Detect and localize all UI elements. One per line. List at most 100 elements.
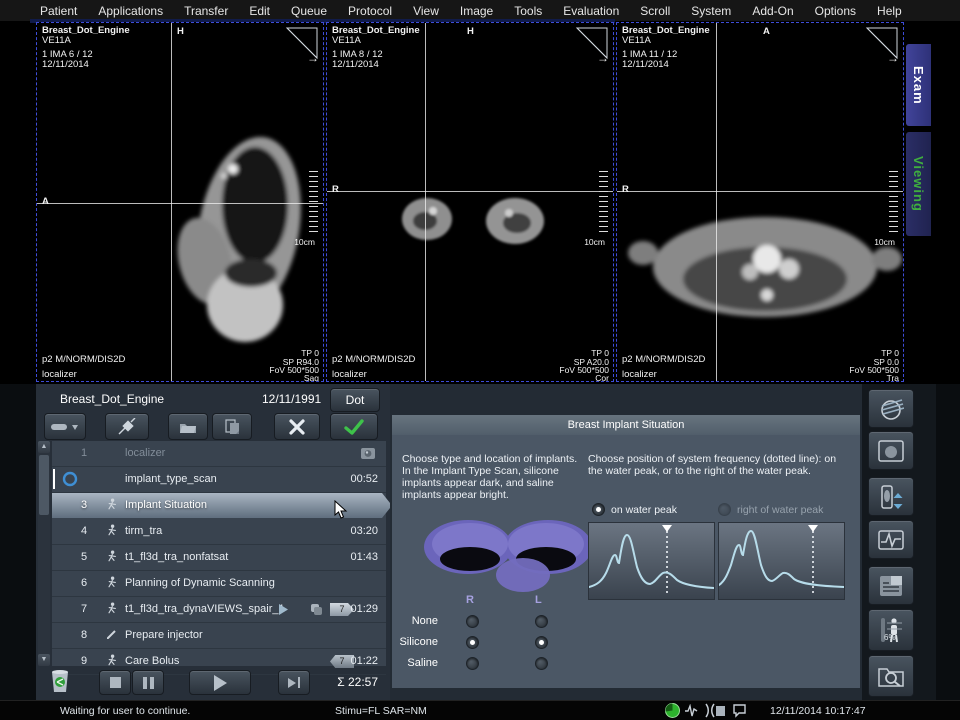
scale-label: 10cm (294, 237, 315, 247)
radio-saline-right[interactable] (466, 657, 479, 670)
status-bar: Waiting for user to continue. Stimu=FL S… (0, 700, 960, 720)
browse-search-button[interactable] (868, 655, 914, 697)
scroll-down-icon[interactable]: ▼ (38, 654, 50, 666)
step-row-localizer[interactable]: 1 localizer (52, 441, 386, 467)
protocol-info-button[interactable] (868, 566, 914, 605)
x-icon (289, 419, 305, 435)
bottom-panel: Breast_Dot_Engine 12/11/1991 Dot (0, 384, 960, 700)
step-row-planning-dynamic[interactable]: 6 Planning of Dynamic Scanning (52, 571, 386, 597)
pause-button[interactable] (132, 670, 164, 695)
radio-on-water-peak[interactable]: on water peak (592, 501, 677, 519)
slice-position-button[interactable] (868, 389, 914, 428)
open-folder-button[interactable] (168, 413, 208, 440)
scale-ruler (599, 171, 608, 235)
viewport-transverse[interactable]: Breast_Dot_Engine VE11A 1 IMA 11 / 12 12… (616, 22, 904, 382)
step-row-tirm-tra[interactable]: 4 tirm_tra 03:20 (52, 519, 386, 545)
step-name: implant_type_scan (125, 473, 217, 485)
menu-queue[interactable]: Queue (291, 4, 327, 18)
coil-info: p2 M/NORM/DIS2D (332, 355, 415, 365)
menu-evaluation[interactable]: Evaluation (563, 4, 619, 18)
menu-help[interactable]: Help (877, 4, 902, 18)
skip-button[interactable] (278, 670, 310, 695)
radio-saline-left[interactable] (535, 657, 548, 670)
current-step-indicator (53, 469, 55, 489)
table-position-button[interactable] (868, 477, 914, 516)
total-scan-time: Σ 22:57 (337, 675, 378, 689)
step-time: 00:52 (350, 473, 378, 485)
scrollbar-thumb[interactable] (39, 455, 49, 515)
crosshair-vertical[interactable] (425, 23, 426, 381)
menu-options[interactable]: Options (815, 4, 856, 18)
confirm-button[interactable] (330, 413, 378, 440)
scroll-up-icon[interactable]: ▲ (38, 441, 50, 453)
step-row-prepare-injector[interactable]: 8 Prepare injector (52, 623, 386, 649)
crosshair-horizontal[interactable] (327, 191, 613, 192)
menu-view[interactable]: View (413, 4, 439, 18)
tab-exam[interactable]: Exam (906, 44, 931, 126)
recycle-bin-icon[interactable] (49, 668, 71, 694)
step-row-t1-fl3d-nonfatsat[interactable]: 5 t1_fl3d_tra_nonfatsat 01:43 (52, 545, 386, 571)
menu-edit[interactable]: Edit (249, 4, 270, 18)
plane-label: Sag (304, 373, 319, 382)
radio-none-left[interactable] (535, 615, 548, 628)
application-window: Patient Applications Transfer Edit Queue… (0, 0, 960, 720)
dot-button[interactable]: Dot (330, 388, 380, 412)
step-row-implant-type-scan[interactable]: implant_type_scan 00:52 (52, 467, 386, 493)
radio-label: right of water peak (737, 504, 823, 516)
radio-silicone-right[interactable] (466, 636, 479, 649)
crosshair-horizontal[interactable] (617, 191, 903, 192)
status-message: Waiting for user to continue. (60, 705, 190, 717)
scroll-arrow-icon[interactable]: → (307, 53, 319, 63)
scroll-arrow-icon[interactable]: → (597, 53, 609, 63)
menu-patient[interactable]: Patient (40, 4, 77, 18)
menu-protocol[interactable]: Protocol (348, 4, 392, 18)
tab-exam-label: Exam (911, 66, 926, 105)
tab-viewing-label: Viewing (911, 156, 926, 212)
menu-tools[interactable]: Tools (514, 4, 542, 18)
menu-system[interactable]: System (691, 4, 731, 18)
menu-scroll[interactable]: Scroll (640, 4, 670, 18)
physio-signal-button[interactable] (868, 520, 914, 559)
radio-silicone-left[interactable] (535, 636, 548, 649)
mri-transverse-image (617, 23, 904, 382)
speech-bubble-icon (732, 703, 747, 718)
plane-label: Tra (887, 373, 899, 382)
folder-icon (179, 420, 197, 434)
menu-applications[interactable]: Applications (98, 4, 163, 18)
menu-transfer[interactable]: Transfer (184, 4, 228, 18)
step-time: 01:29 (350, 603, 378, 615)
step-number: 4 (76, 525, 92, 537)
pause-icon (143, 677, 154, 689)
eye-toggle-icon (50, 420, 80, 434)
steps-scrollbar[interactable]: ▲ ▼ (38, 441, 50, 666)
step-number: 5 (76, 551, 92, 563)
orientation-top: A (763, 27, 770, 37)
gradient-activity-icon (684, 704, 698, 718)
copy-button[interactable] (212, 413, 252, 440)
display-mode-button[interactable] (44, 413, 86, 440)
step-row-t1-fl3d-dynaviews[interactable]: 7 t1_fl3d_tra_dynaVIEWS_spair_1 7 01:29 (52, 597, 386, 623)
image-display-button[interactable] (868, 431, 914, 470)
sar-level-button[interactable] (868, 609, 914, 651)
crosshair-horizontal[interactable] (37, 203, 323, 204)
coil-connect-icon (702, 703, 728, 718)
radio-none-right[interactable] (466, 615, 479, 628)
viewport-sagittal[interactable]: Breast_Dot_Engine VE11A 1 IMA 6 / 12 12/… (36, 22, 324, 382)
viewport-coronal[interactable]: Breast_Dot_Engine VE11A 1 IMA 8 / 12 12/… (326, 22, 614, 382)
radio-right-of-water-peak[interactable]: right of water peak (718, 501, 823, 519)
play-button[interactable] (189, 670, 251, 695)
frequency-marker-triangle-icon (808, 525, 818, 532)
mouse-cursor (334, 500, 348, 520)
step-name: Implant Situation (125, 499, 207, 511)
injector-button[interactable] (105, 413, 149, 440)
crosshair-vertical[interactable] (171, 23, 172, 381)
menu-image[interactable]: Image (460, 4, 493, 18)
step-name: t1_fl3d_tra_dynaVIEWS_spair_1 (125, 603, 285, 615)
stop-button[interactable] (99, 670, 131, 695)
menu-addon[interactable]: Add-On (752, 4, 793, 18)
scroll-arrow-icon[interactable]: → (887, 53, 899, 63)
crosshair-vertical[interactable] (716, 23, 717, 381)
tab-viewing[interactable]: Viewing (906, 132, 931, 236)
system-datetime: 12/11/2014 10:17:47 (770, 705, 866, 717)
cancel-button[interactable] (274, 413, 320, 440)
